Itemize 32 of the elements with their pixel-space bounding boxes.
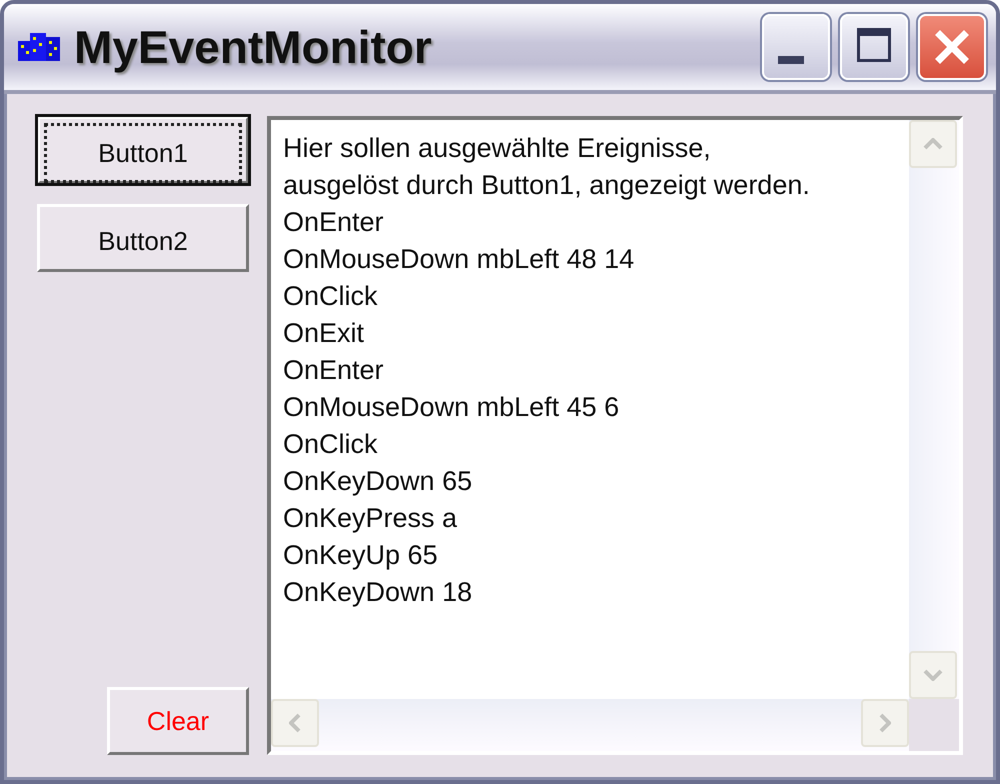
horizontal-scrollbar[interactable] — [271, 699, 909, 751]
scroll-right-button[interactable] — [861, 699, 909, 747]
scrollbar-corner — [909, 699, 959, 751]
chevron-down-icon — [923, 669, 943, 681]
log-line: OnKeyUp 65 — [283, 539, 439, 572]
log-line: OnMouseDown mbLeft 45 6 — [283, 391, 620, 424]
chevron-left-icon — [289, 713, 301, 733]
log-line: OnKeyDown 65 — [283, 465, 474, 498]
minimize-button[interactable] — [762, 14, 830, 80]
log-line: OnMouseDown mbLeft 48 14 — [283, 243, 636, 276]
log-line: OnKeyPress a — [283, 502, 458, 535]
log-line: OnClick — [283, 280, 379, 313]
log-line: OnKeyDown 18 — [283, 576, 474, 609]
scroll-left-button[interactable] — [271, 699, 319, 747]
maximize-button[interactable] — [840, 14, 908, 80]
log-box[interactable] — [267, 116, 963, 755]
scroll-up-button[interactable] — [909, 120, 957, 168]
scroll-down-button[interactable] — [909, 651, 957, 699]
close-button[interactable] — [918, 14, 986, 80]
chevron-up-icon — [923, 138, 943, 150]
log-line: OnExit — [283, 317, 366, 350]
vertical-scrollbar[interactable] — [909, 120, 959, 699]
log-line: OnEnter — [283, 206, 385, 239]
push-button[interactable]: Button2 — [37, 204, 249, 272]
push-button[interactable]: Button1 — [37, 116, 249, 184]
chevron-right-icon — [879, 713, 891, 733]
log-line: ausgelöst durch Button1, angezeigt werden. — [283, 169, 811, 202]
log-line: OnEnter — [283, 354, 385, 387]
log-line: OnClick — [283, 428, 379, 461]
window-title: MyEventMonitor — [74, 20, 433, 74]
building-icon — [18, 31, 62, 63]
log-line: Hier sollen ausgewählte Ereignisse, — [283, 132, 712, 165]
